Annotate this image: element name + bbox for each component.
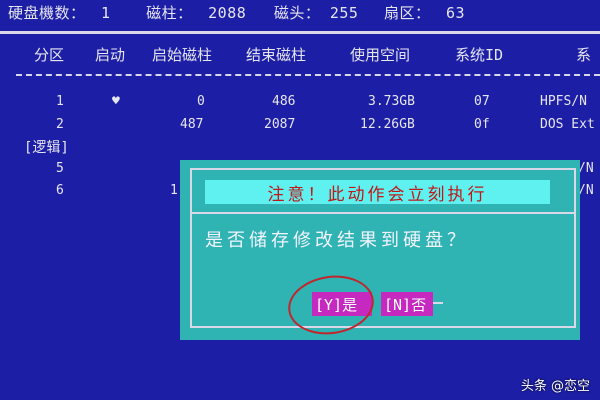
col-header-start-text: 始磁柱 [167,46,213,64]
system-name: /N [578,183,594,198]
partition-number: 5 [56,161,64,176]
disk-stats-bar: 硬盘機数： 1 磁柱： 2088 磁头： 255 扇区： 63 [8,2,465,23]
button-underline [433,302,443,304]
system-id: 07 [474,94,490,109]
col-header-start: 启始磁柱 [152,46,213,64]
logical-partitions-label: [逻辑] [24,140,69,156]
end-cylinder: 2087 [264,117,296,132]
col-header-size: 使用空间 [350,46,411,64]
cylinders-label: 磁柱： [146,4,193,22]
dialog-divider [190,212,576,214]
start-cylinder: 1 [170,183,178,198]
disks-label: 硬盘機数： [8,4,86,22]
heads-value: 255 [329,4,359,22]
table-divider [16,74,600,76]
col-header-system: 系 [576,46,592,64]
system-name: DOS Ext [540,117,595,132]
used-space: 3.73GB [368,94,415,109]
no-button[interactable]: [N]否 [381,292,433,316]
cylinders-value: 2088 [208,4,247,22]
system-id: 0f [474,117,490,132]
col-header-partition: 分区 [34,46,65,64]
dialog-title: 注意！此动作会立刻执行 [205,180,550,205]
start-cylinder: 0 [197,94,205,109]
disks-value: 1 [101,4,111,22]
heads-label: 磁头： [273,4,321,22]
dialog-question: 是否储存修改结果到硬盘？ [205,230,469,251]
system-name: /N [578,161,594,176]
used-space: 12.26GB [360,117,415,132]
partition-number: 2 [56,117,64,132]
col-header-system-id: 系统ID [455,46,504,64]
partition-number: 6 [56,183,64,198]
system-name: HPFS/N [540,94,587,109]
header-divider [0,31,600,34]
sectors-value: 63 [446,4,466,22]
watermark: 头条 @恋空 [520,379,590,394]
boot-flag-icon: ♥ [112,94,120,109]
sectors-label: 扇区： [383,4,431,22]
end-cylinder: 486 [272,94,296,109]
col-header-boot: 启动 [95,46,126,64]
partition-number: 1 [56,94,64,109]
start-cylinder: 487 [180,117,204,132]
col-header-end: 结束磁柱 [246,46,307,64]
